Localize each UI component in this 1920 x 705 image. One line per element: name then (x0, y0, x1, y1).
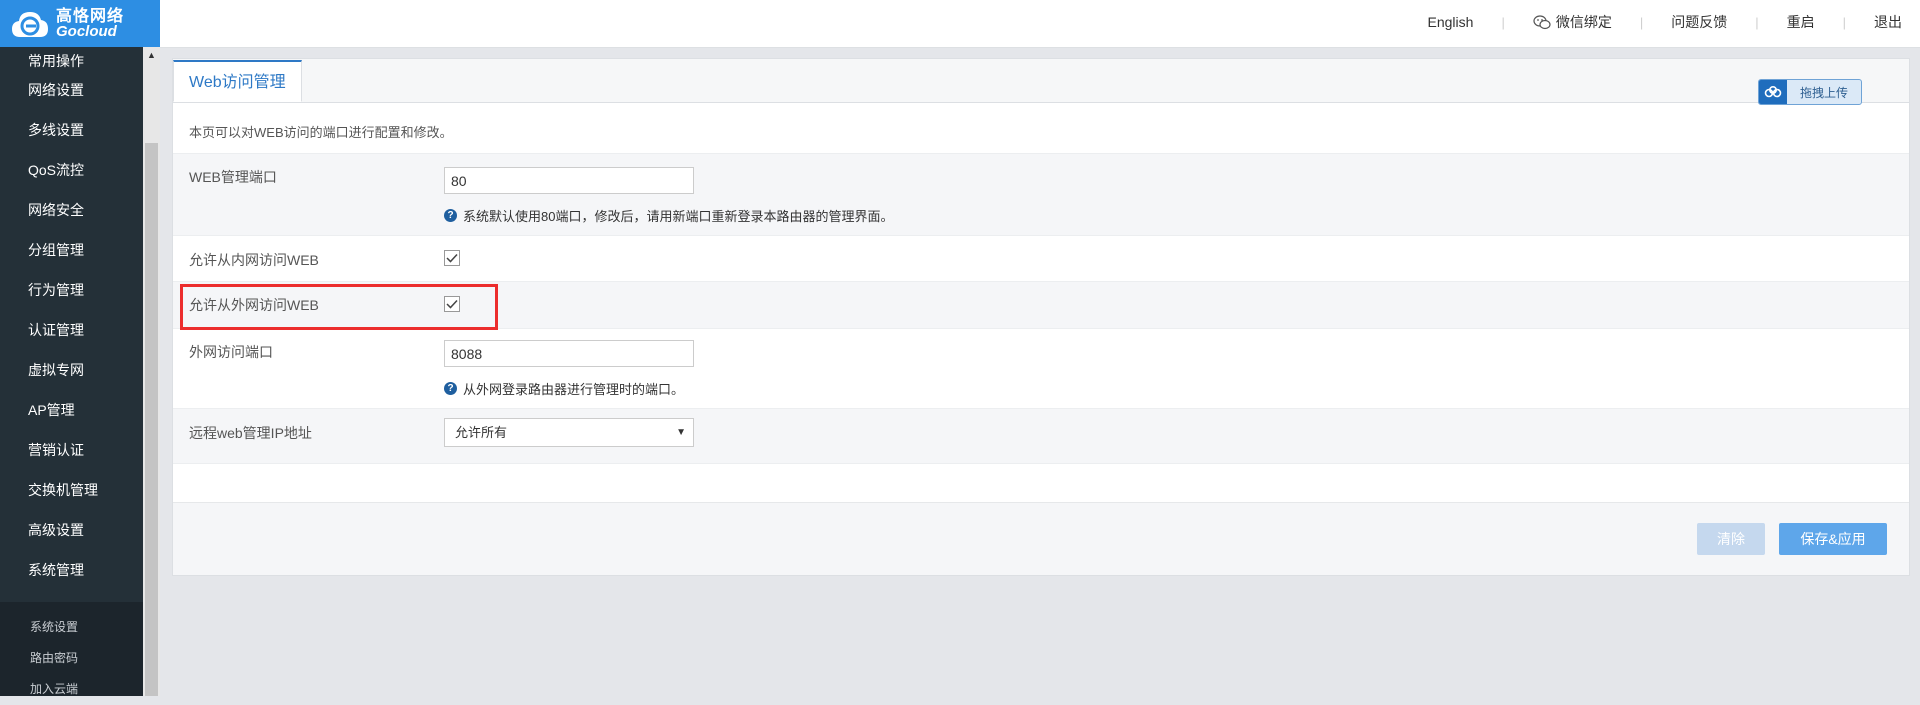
sidebar-item-marketing[interactable]: 营销认证 (0, 435, 143, 475)
help-icon: ? (444, 382, 457, 395)
feedback-link[interactable]: 问题反馈 (1671, 12, 1727, 32)
save-apply-button[interactable]: 保存&应用 (1779, 523, 1887, 555)
nav-separator: | (1842, 14, 1846, 30)
sidebar-submenu: 系统设置 路由密码 加入云端 (0, 602, 143, 696)
drag-upload-label: 拖拽上传 (1799, 85, 1848, 100)
top-nav: English | 微信绑定 | 问题反馈 | 重启 | 退出 (1428, 0, 1902, 44)
sidebar-item-security[interactable]: 网络安全 (0, 195, 143, 235)
wan-port-hint-text: 从外网登录路由器进行管理时的端口。 (463, 382, 685, 397)
wan-port-row: 外网访问端口 ? 从外网登录路由器进行管理时的端口。 (173, 328, 1909, 408)
nav-separator: | (1755, 14, 1759, 30)
sidebar-item-auth[interactable]: 认证管理 (0, 315, 143, 355)
nav-separator: | (1639, 14, 1644, 30)
web-port-hint-text: 系统默认使用80端口，修改后，请用新端口重新登录本路由器的管理界面。 (463, 209, 894, 224)
sidebar-item-multiline[interactable]: 多线设置 (0, 115, 143, 155)
sidebar-item-advanced[interactable]: 高级设置 (0, 515, 143, 555)
sidebar-subitem-system-settings[interactable]: 系统设置 (0, 612, 143, 643)
wan-port-label: 外网访问端口 (189, 344, 273, 360)
sidebar-item-switch[interactable]: 交换机管理 (0, 475, 143, 515)
sidebar-item-qos[interactable]: QoS流控 (0, 155, 143, 195)
cloud-logo-icon (12, 11, 48, 37)
sidebar-scrollbar[interactable]: ▲ (143, 47, 160, 696)
top-bar: English | 微信绑定 | 问题反馈 | 重启 | 退出 (160, 0, 1920, 48)
remote-ip-select[interactable]: 允许所有 ▼ (444, 418, 694, 447)
page-description: 本页可以对WEB访问的端口进行配置和修改。 (189, 125, 453, 140)
web-port-row: WEB管理端口 ? 系统默认使用80端口，修改后，请用新端口重新登录本路由器的管… (173, 153, 1909, 235)
remote-ip-selected: 允许所有 (455, 425, 508, 440)
sidebar-item-vpn[interactable]: 虚拟专网 (0, 355, 143, 395)
drag-upload-button[interactable]: 拖拽上传 (1758, 79, 1862, 105)
wechat-bind-label: 微信绑定 (1555, 14, 1612, 30)
scroll-up-arrow-icon[interactable]: ▲ (143, 47, 160, 64)
brand-name-en: Gocloud (56, 22, 117, 40)
nav-separator: | (1501, 14, 1505, 30)
remote-ip-row: 远程web管理IP地址 允许所有 ▼ (173, 408, 1909, 463)
sidebar-item-common[interactable]: 常用操作 (0, 47, 143, 75)
allow-wan-row: 允许从外网访问WEB (173, 281, 1909, 328)
checkmark-icon (446, 253, 458, 263)
clear-button[interactable]: 清除 (1697, 523, 1765, 555)
logout-link[interactable]: 退出 (1874, 12, 1902, 32)
allow-lan-checkbox[interactable] (444, 250, 460, 266)
wechat-icon (1533, 14, 1551, 29)
sidebar-subitem-router-password[interactable]: 路由密码 (0, 643, 143, 674)
allow-lan-label: 允许从内网访问WEB (189, 252, 319, 268)
checkmark-icon (446, 299, 458, 309)
remote-ip-label: 远程web管理IP地址 (189, 425, 312, 441)
wechat-bind-link[interactable]: 微信绑定 (1533, 12, 1612, 32)
scroll-thumb[interactable] (145, 143, 158, 696)
tab-bar: Web访问管理 拖拽上传 (173, 59, 1909, 105)
spacer-row (173, 463, 1909, 482)
action-footer: 清除 保存&应用 (173, 502, 1909, 575)
sidebar-menu: 常用操作 网络设置 多线设置 QoS流控 网络安全 分组管理 行为管理 认证管理… (0, 47, 143, 595)
web-port-label: WEB管理端口 (189, 169, 277, 185)
brand-name-cn: 高恪网络 (56, 7, 125, 25)
sidebar-item-network[interactable]: 网络设置 (0, 75, 143, 115)
allow-lan-row: 允许从内网访问WEB (173, 235, 1909, 281)
web-port-input[interactable] (444, 167, 694, 194)
dropdown-arrow-icon: ▼ (676, 427, 686, 438)
reboot-link[interactable]: 重启 (1787, 12, 1815, 32)
english-link[interactable]: English (1428, 14, 1474, 30)
allow-wan-checkbox[interactable] (444, 296, 460, 312)
web-access-panel: Web访问管理 拖拽上传 本页可以对WEB访问的端口进行配置和修改。 WEB管理… (172, 58, 1910, 576)
logo: 高恪网络 Gocloud (0, 0, 160, 47)
sidebar-item-ap[interactable]: AP管理 (0, 395, 143, 435)
cloud-upload-icon (1759, 80, 1787, 104)
allow-wan-label: 允许从外网访问WEB (189, 297, 319, 313)
wan-port-hint: ? 从外网登录路由器进行管理时的端口。 (444, 379, 684, 398)
sidebar-subitem-join-cloud[interactable]: 加入云端 (0, 674, 143, 705)
help-icon: ? (444, 209, 457, 222)
sidebar-item-behavior[interactable]: 行为管理 (0, 275, 143, 315)
web-port-hint: ? 系统默认使用80端口，修改后，请用新端口重新登录本路由器的管理界面。 (444, 206, 893, 225)
wan-port-input[interactable] (444, 340, 694, 367)
sidebar-item-groups[interactable]: 分组管理 (0, 235, 143, 275)
tab-web-access[interactable]: Web访问管理 (173, 60, 302, 102)
sidebar-item-system[interactable]: 系统管理 (0, 555, 143, 595)
sidebar: 高恪网络 Gocloud 常用操作 网络设置 多线设置 QoS流控 网络安全 分… (0, 0, 160, 696)
